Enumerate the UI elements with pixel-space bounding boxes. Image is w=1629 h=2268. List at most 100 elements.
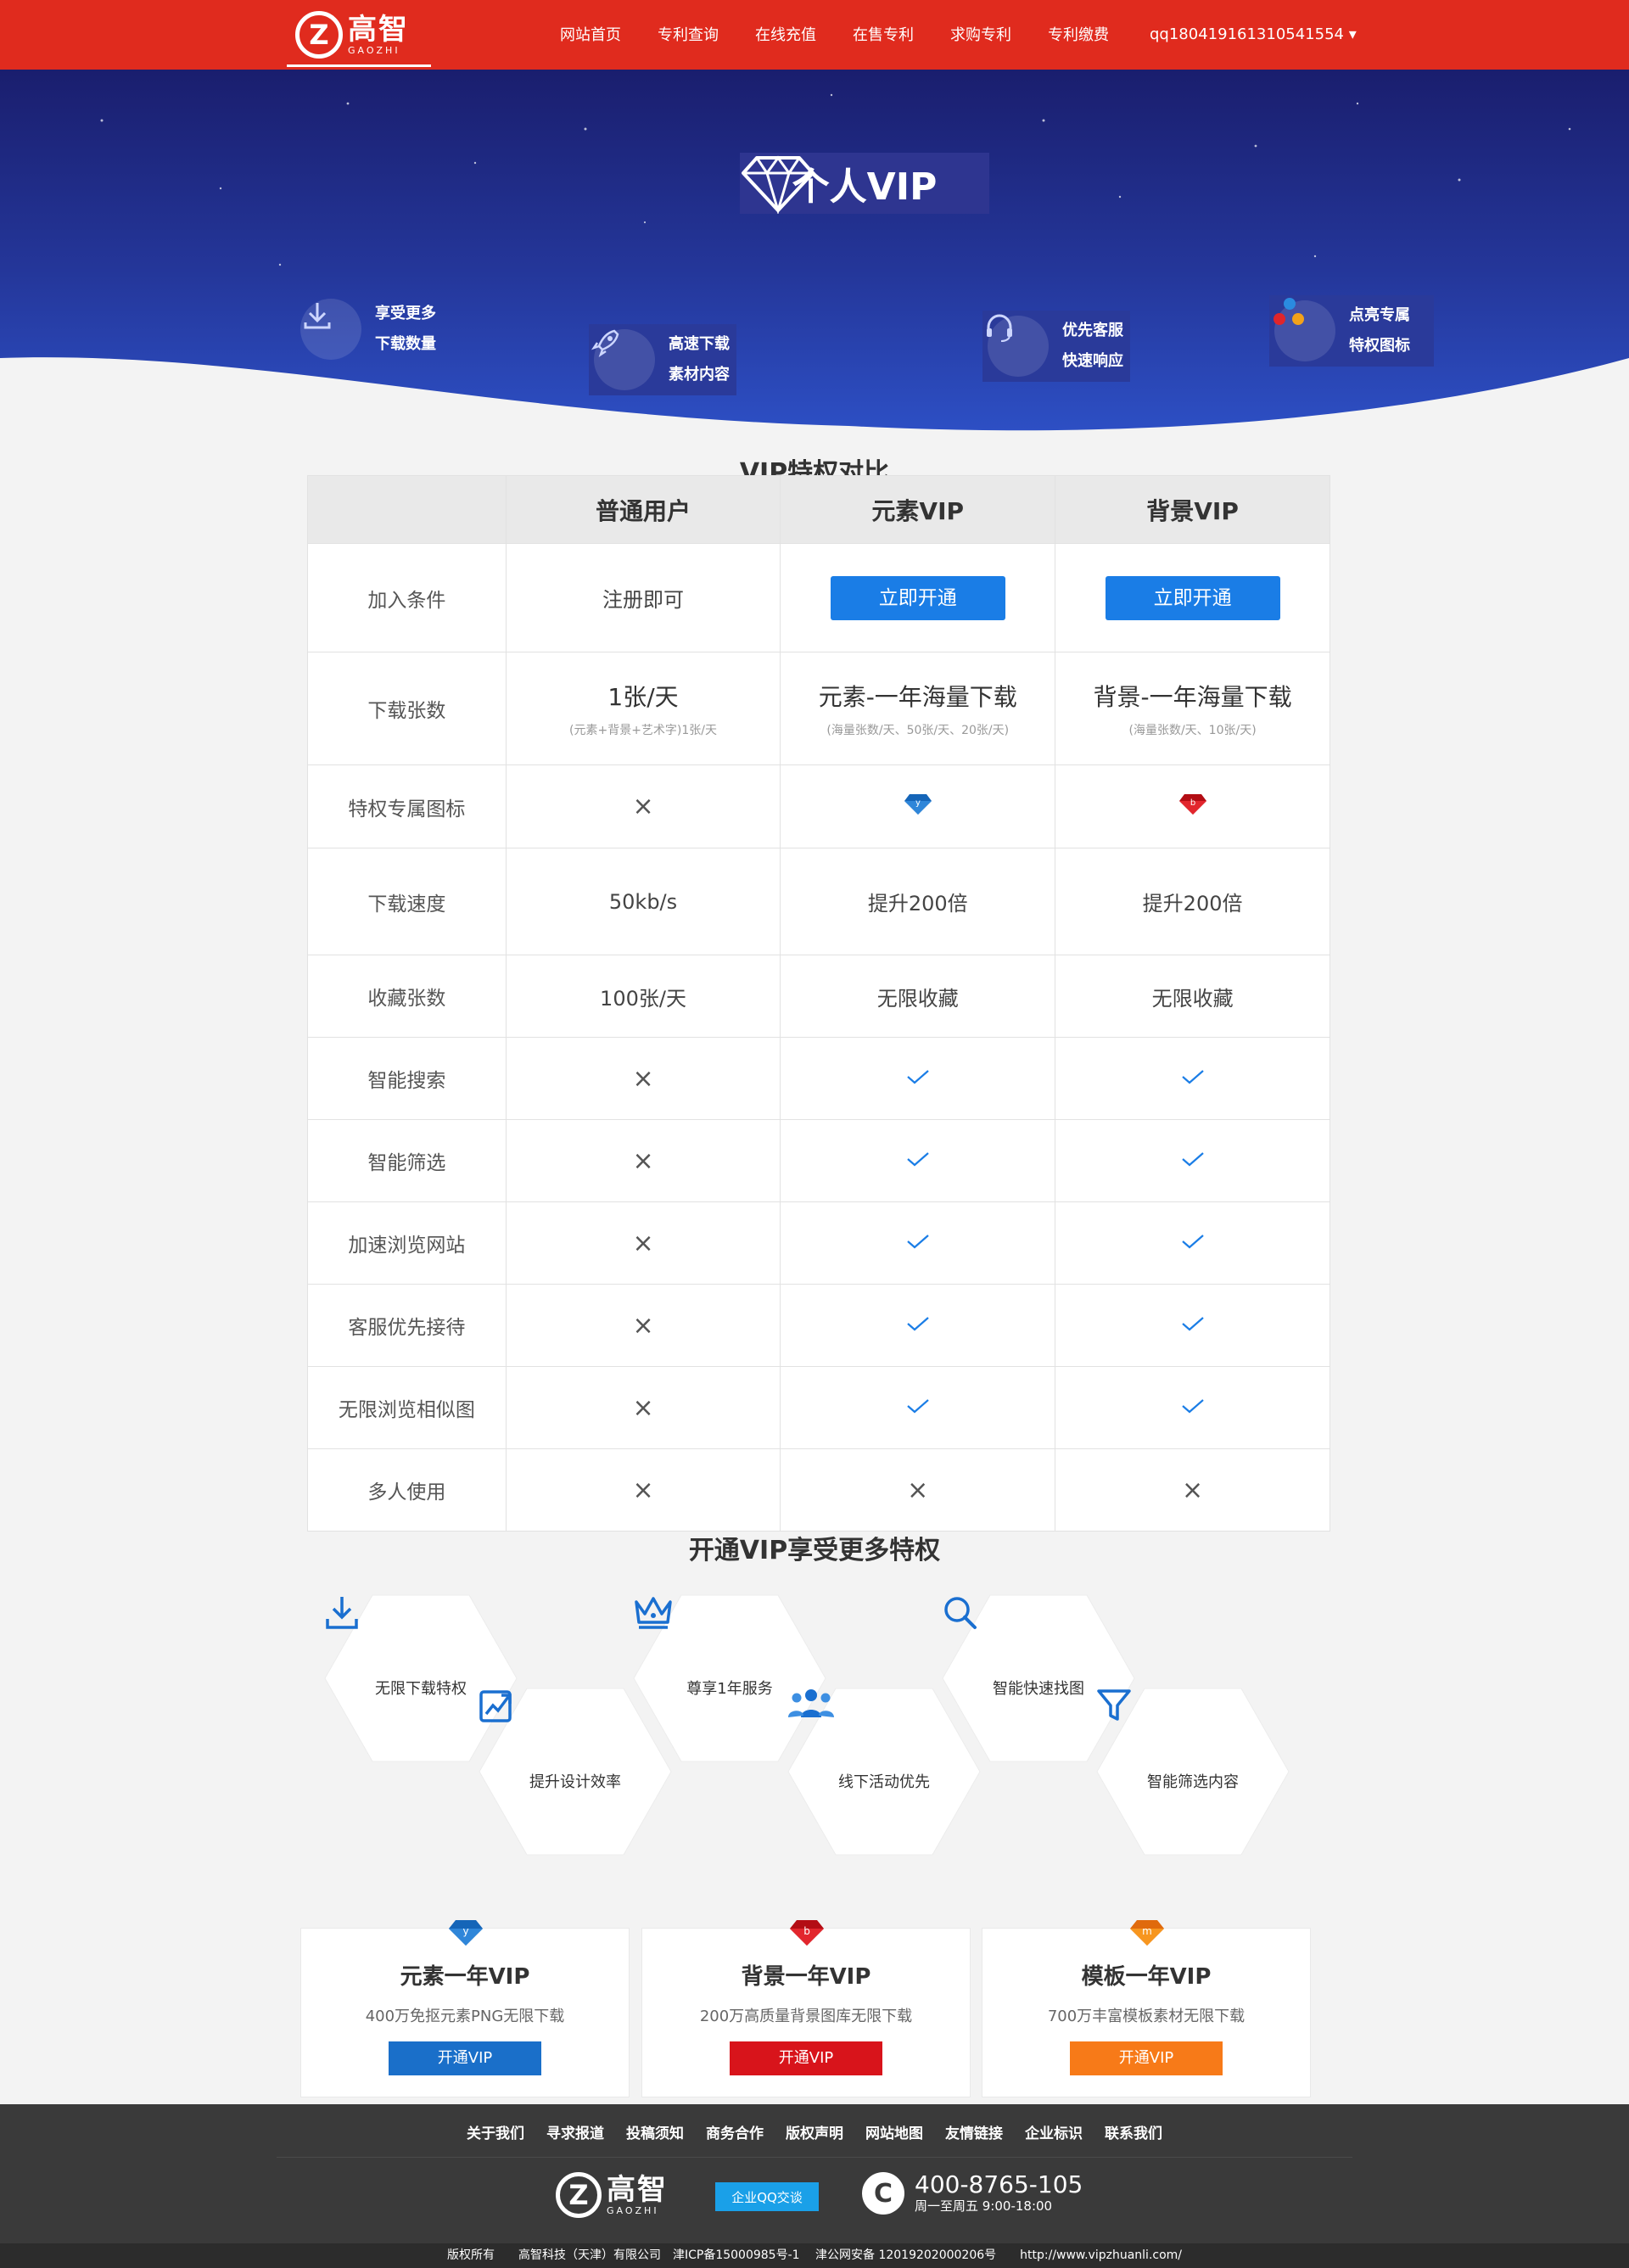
open-vip-button[interactable]: 开通VIP <box>389 2041 541 2075</box>
footer-link-friends[interactable]: 友情链接 <box>945 2121 1003 2142</box>
table-row: 特权专属图标 × y b <box>307 764 1330 848</box>
beijing-badge-icon: b <box>790 1920 824 1946</box>
download-icon <box>326 1597 358 1629</box>
cell-value: 注册即可 <box>505 543 781 652</box>
cell-main: 1张/天 <box>607 683 679 711</box>
svg-text:y: y <box>462 1925 468 1937</box>
perk-label: 无限下载特权 <box>375 1680 467 1698</box>
check-icon <box>905 1149 931 1173</box>
yuansu-badge-icon: y <box>449 1920 483 1946</box>
site-logo[interactable]: Z 高智 GAOZHI <box>295 8 431 61</box>
yuansu-badge-icon: y <box>904 793 932 815</box>
open-vip-button[interactable]: 开通VIP <box>730 2041 882 2075</box>
qq-chat-button[interactable]: 企业QQ交谈 <box>715 2182 819 2211</box>
header-yuansu-vip: 元素VIP <box>780 475 1056 544</box>
footer-links: 关于我们 寻求报道 投稿须知 商务合作 版权声明 网站地图 友情链接 企业标识 … <box>0 2121 1629 2142</box>
svg-text:b: b <box>1190 798 1195 808</box>
card-title: 背景一年VIP <box>741 1964 871 1990</box>
bool-rows: 智能搜索 × 智能筛选 × 加速浏览网站 × 客服优先接待 × 无限浏览相似图 × 多人使用 × × × <box>307 1037 1330 1532</box>
logo-name-en: GAOZHI <box>607 2204 659 2216</box>
nav-recharge[interactable]: 在线充值 <box>755 23 816 45</box>
check-icon <box>905 1396 931 1420</box>
check-icon <box>1180 1231 1206 1255</box>
phone-icon: C <box>862 2172 904 2215</box>
card-desc: 200万高质量背景图库无限下载 <box>699 2008 913 2025</box>
nav-patent-search[interactable]: 专利查询 <box>658 23 719 45</box>
cross-icon: × <box>632 1228 654 1258</box>
cross-icon: × <box>1182 1475 1204 1505</box>
nav-patents-for-sale[interactable]: 在售专利 <box>853 23 914 45</box>
hero-title: 个人VIP <box>740 153 989 214</box>
nav-patent-fee[interactable]: 专利缴费 <box>1048 23 1109 45</box>
logo-mark-icon: Z <box>556 2172 602 2218</box>
check-icon <box>1180 1396 1206 1420</box>
vip-card-moban: m 模板一年VIP 700万丰富模板素材无限下载 开通VIP <box>982 1920 1311 2097</box>
headset-icon <box>987 314 1049 377</box>
feature-line1: 点亮专属 <box>1349 306 1410 324</box>
row-label: 智能搜索 <box>307 1037 507 1120</box>
cross-icon: × <box>632 1392 654 1423</box>
table-header-row: 普通用户 元素VIP 背景VIP <box>307 475 1330 544</box>
footer-link-about[interactable]: 关于我们 <box>467 2121 524 2142</box>
perk-label: 尊享1年服务 <box>686 1680 773 1698</box>
service-hours: 周一至周五 9:00-18:00 <box>915 2198 1053 2214</box>
header-beijing-vip: 背景VIP <box>1055 475 1330 544</box>
chart-up-icon <box>479 1690 512 1722</box>
feature-line2: 素材内容 <box>669 366 730 384</box>
copyright-bar: 版权所有 高智科技（天津）有限公司 津ICP备15000985号-1 津公网安备… <box>0 2243 1629 2268</box>
cell-value: × <box>505 764 781 848</box>
people-icon <box>788 1689 834 1717</box>
row-label: 下载张数 <box>307 652 507 765</box>
footer-link-copyright[interactable]: 版权声明 <box>786 2121 843 2142</box>
hero-banner: 个人VIP 享受更多 下载数量 高速下载 素材内容 优先客服 快速响应 点亮专属… <box>0 70 1629 468</box>
row-label: 下载速度 <box>307 848 507 955</box>
qq-chat-label: 企业QQ交谈 <box>731 2189 803 2205</box>
feature-line2: 特权图标 <box>1349 337 1410 355</box>
perk-label: 线下活动优先 <box>838 1773 930 1791</box>
cross-icon: × <box>632 1145 654 1176</box>
cell-main: 背景-一年海量下载 <box>1093 683 1292 711</box>
cell-value: 提升200倍 <box>780 848 1056 955</box>
vip-card-yuansu: y 元素一年VIP 400万免抠元素PNG无限下载 开通VIP <box>300 1920 630 2097</box>
cell-sub: (海量张数/天、10张/天) <box>1128 724 1257 737</box>
cell-value <box>780 1201 1056 1285</box>
open-beijing-button[interactable]: 立即开通 <box>1105 575 1280 620</box>
nav-home[interactable]: 网站首页 <box>560 23 621 45</box>
cell-value: × <box>505 1366 781 1449</box>
row-label: 智能筛选 <box>307 1119 507 1202</box>
svg-text:m: m <box>1142 1925 1152 1937</box>
footer-link-brand[interactable]: 企业标识 <box>1025 2121 1083 2142</box>
perk-label: 智能快速找图 <box>993 1680 1084 1698</box>
open-yuansu-button[interactable]: 立即开通 <box>830 575 1005 620</box>
cell-value: × <box>780 1448 1056 1532</box>
user-menu[interactable]: qq180419161310541554 ▾ <box>1150 25 1357 43</box>
nav-patents-wanted[interactable]: 求购专利 <box>950 23 1011 45</box>
cell-value: 背景-一年海量下载 (海量张数/天、10张/天) <box>1055 652 1330 765</box>
table-row: 加入条件 注册即可 立即开通 立即开通 <box>307 543 1330 652</box>
cell-value: 元素-一年海量下载 (海量张数/天、50张/天、20张/天) <box>780 652 1056 765</box>
footer-link-contact[interactable]: 联系我们 <box>1105 2121 1162 2142</box>
diamond-icon <box>742 155 814 214</box>
table-row: 收藏张数 100张/天 无限收藏 无限收藏 <box>307 955 1330 1038</box>
svg-text:b: b <box>803 1925 810 1937</box>
badge-icon <box>1274 298 1335 361</box>
active-nav-underline <box>287 64 431 67</box>
footer-phone: C 400-8765-105 周一至周五 9:00-18:00 <box>862 2172 1083 2215</box>
feature-more-downloads: 享受更多 下载数量 <box>300 299 436 360</box>
cell-value: b <box>1055 764 1330 848</box>
footer-logo[interactable]: Z 高智 GAOZHI <box>556 2172 668 2218</box>
table-row: 无限浏览相似图 × <box>307 1366 1330 1449</box>
vip-card-beijing: b 背景一年VIP 200万高质量背景图库无限下载 开通VIP <box>641 1920 971 2097</box>
open-vip-button[interactable]: 开通VIP <box>1070 2041 1223 2075</box>
cross-icon: × <box>632 1310 654 1341</box>
svg-text:y: y <box>915 798 921 808</box>
footer-link-sitemap[interactable]: 网站地图 <box>865 2121 923 2142</box>
table-row: 下载速度 50kb/s 提升200倍 提升200倍 <box>307 848 1330 955</box>
footer-link-business[interactable]: 商务合作 <box>706 2121 764 2142</box>
feature-line1: 享受更多 <box>375 305 436 322</box>
row-label: 加速浏览网站 <box>307 1201 507 1285</box>
footer-link-submit[interactable]: 投稿须知 <box>626 2121 684 2142</box>
footer-link-press[interactable]: 寻求报道 <box>546 2121 604 2142</box>
footer: 关于我们 寻求报道 投稿须知 商务合作 版权声明 网站地图 友情链接 企业标识 … <box>0 2104 1629 2268</box>
row-label: 收藏张数 <box>307 955 507 1038</box>
